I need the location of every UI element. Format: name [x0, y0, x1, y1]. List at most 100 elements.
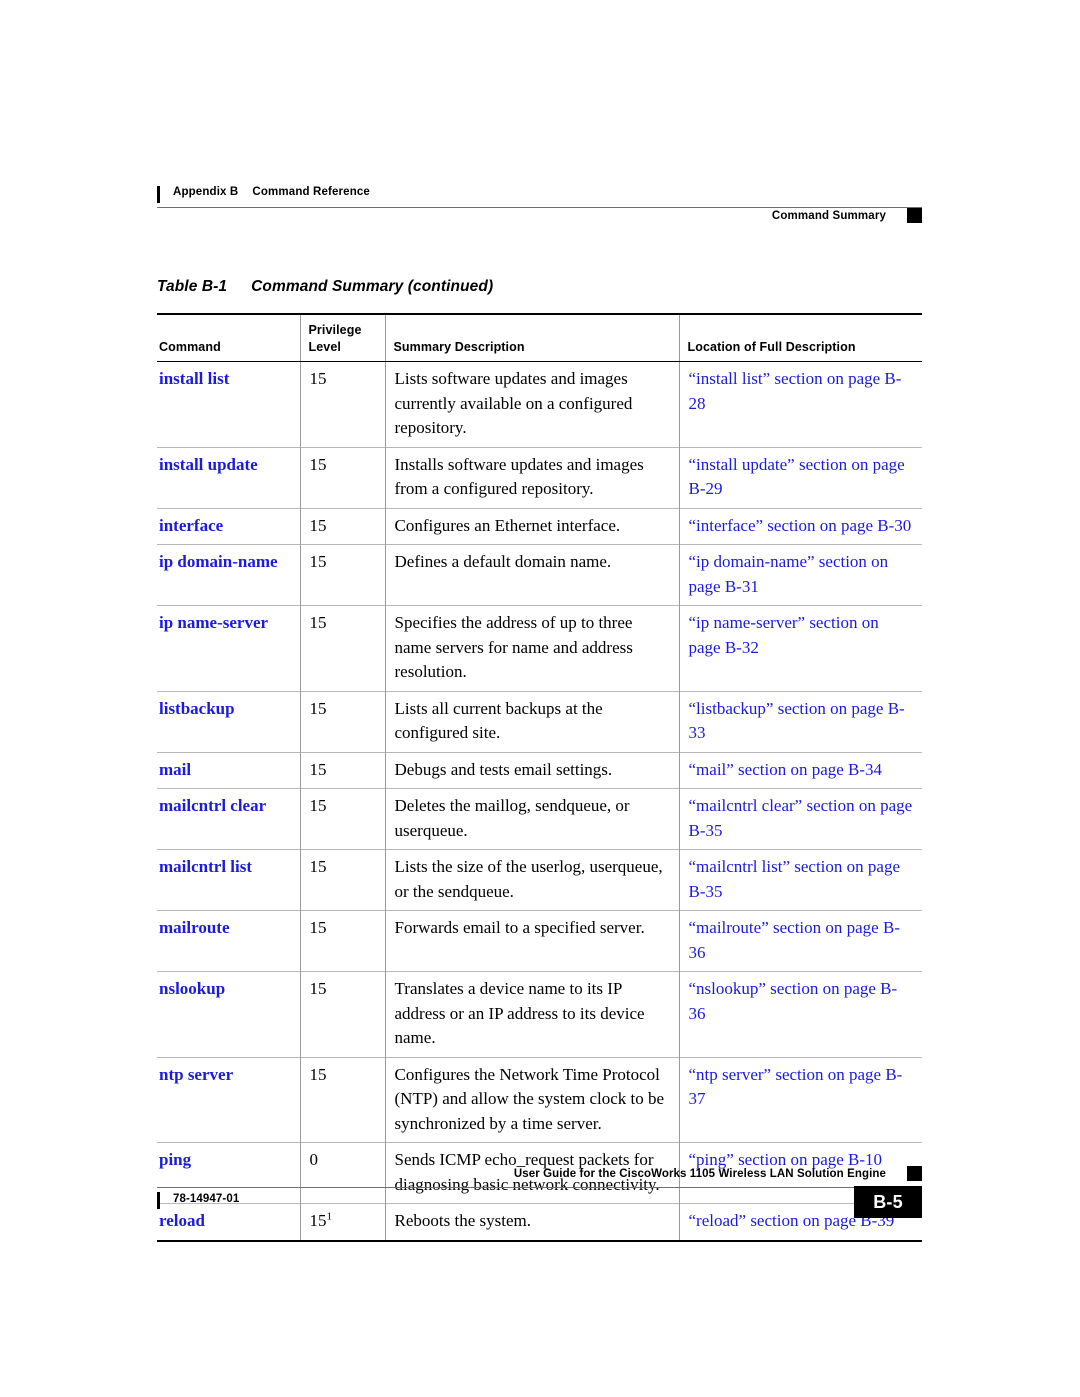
- appendix-title: Command Reference: [252, 186, 370, 198]
- privilege-level-value: 15: [309, 552, 327, 571]
- privilege-level-value: 0: [309, 1150, 319, 1169]
- command-link[interactable]: mail: [159, 760, 191, 779]
- command-link[interactable]: ntp server: [159, 1065, 233, 1084]
- table-row: install update 15 Installs software update…: [157, 446, 922, 508]
- appendix-label: Appendix B: [173, 186, 239, 198]
- footer-page-number: B-5: [854, 1186, 922, 1218]
- running-head-square-marker: [907, 208, 922, 223]
- cell-privilege-level: 15: [299, 1056, 385, 1143]
- table-row: listbackup 15 Lists all current backups at…: [157, 690, 922, 752]
- cell-summary-description: Forwards email to a specified server.: [384, 910, 679, 972]
- cell-command: ip domain-name: [157, 544, 300, 606]
- cell-location: “interface” section on page B-30: [678, 507, 922, 545]
- cell-command: mailroute: [157, 910, 300, 972]
- location-link[interactable]: “mailcntrl list” section on page B-35: [689, 857, 901, 901]
- cell-location: “ip domain-name” section on page B-31: [678, 544, 922, 606]
- command-link[interactable]: install update: [159, 455, 258, 474]
- running-head-left: Appendix B Command Reference: [173, 186, 370, 198]
- cell-summary-description: Installs software updates and images fro…: [384, 446, 679, 508]
- location-link[interactable]: “install update” section on page B-29: [689, 455, 905, 499]
- privilege-level-value: 15: [309, 918, 327, 937]
- table-row: mailcntrl clear 15 Deletes the maillog, se…: [157, 788, 922, 850]
- command-link[interactable]: ip name-server: [159, 613, 268, 632]
- cell-privilege-level: 15: [299, 971, 385, 1057]
- cell-location: “mailcntrl clear” section on page B-35: [678, 788, 922, 850]
- cell-privilege-level: 15: [299, 544, 385, 606]
- command-link[interactable]: nslookup: [159, 979, 225, 998]
- privilege-level-value: 15: [309, 1064, 327, 1084]
- table-header-row: Command Privilege Level Summary Descripti…: [157, 313, 922, 362]
- cell-command: interface: [157, 507, 300, 545]
- command-summary-table: Command Privilege Level Summary Descripti…: [157, 313, 922, 1242]
- cell-summary-description: Translates a device name to its IP addre…: [384, 971, 679, 1057]
- cell-command: ntp server: [157, 1056, 300, 1143]
- location-link[interactable]: “install list” section on page B-28: [689, 369, 902, 413]
- page-footer: User Guide for the CiscoWorks 1105 Wirel…: [157, 1166, 922, 1228]
- table-row: ntp server 15 Configures the Network Time …: [157, 1056, 922, 1143]
- column-header-privilege-level: Privilege Level: [299, 313, 385, 362]
- table-row: nslookup 15 Translates a device name to it…: [157, 971, 922, 1057]
- location-link[interactable]: “nslookup” section on page B-36: [689, 979, 898, 1023]
- location-link[interactable]: “interface” section on page B-30: [689, 516, 912, 535]
- running-head-rule: [157, 207, 922, 208]
- cell-privilege-level: 15: [299, 605, 385, 691]
- cell-privilege-level: 15: [299, 507, 385, 545]
- cell-location: “mail” section on page B-34: [678, 751, 922, 789]
- cell-summary-description: Defines a default domain name.: [384, 544, 679, 606]
- command-link[interactable]: interface: [159, 516, 223, 535]
- command-link[interactable]: install list: [159, 369, 229, 388]
- running-head-tick-mark: [157, 186, 160, 203]
- table-row: interface 15 Configures an Ethernet interf…: [157, 507, 922, 545]
- command-link[interactable]: mailcntrl list: [159, 857, 252, 876]
- table-row: install list 15 Lists software updates and…: [157, 361, 922, 448]
- location-link[interactable]: “listbackup” section on page B-33: [689, 699, 905, 743]
- table-title: Command Summary (continued): [251, 278, 494, 295]
- privilege-level-value: 15: [309, 454, 327, 474]
- cell-command: listbackup: [157, 690, 300, 752]
- location-link[interactable]: “ntp server” section on page B-37: [689, 1065, 903, 1109]
- location-link[interactable]: “mailroute” section on page B-36: [689, 918, 900, 962]
- cell-location: “ntp server” section on page B-37: [678, 1056, 922, 1143]
- table-row: ip name-server 15 Specifies the address of…: [157, 605, 922, 691]
- footer-tick-mark: [157, 1192, 160, 1209]
- table-caption: Table B-1 Command Summary (continued): [157, 278, 493, 296]
- cell-command: install update: [157, 446, 300, 508]
- location-link[interactable]: “ip name-server” section on page B-32: [689, 613, 879, 657]
- location-link[interactable]: “ip domain-name” section on page B-31: [689, 552, 889, 596]
- cell-summary-description: Lists all current backups at the configu…: [384, 690, 679, 752]
- privilege-level-value: 15: [309, 698, 327, 718]
- running-head: Appendix B Command Reference Command Summ…: [157, 186, 922, 232]
- cell-summary-description: Debugs and tests email settings.: [384, 751, 679, 789]
- table-row: ip domain-name 15 Defines a default domain…: [157, 544, 922, 606]
- command-link[interactable]: mailroute: [159, 918, 230, 937]
- cell-location: “install list” section on page B-28: [678, 361, 922, 447]
- privilege-level-value: 15: [309, 369, 327, 388]
- cell-command: ip name-server: [157, 605, 300, 691]
- cell-location: “ip name-server” section on page B-32: [678, 605, 922, 691]
- table-header: Command Privilege Level Summary Descripti…: [157, 313, 922, 362]
- column-header-location: Location of Full Description: [678, 313, 922, 362]
- privilege-level-value: 15: [309, 759, 327, 779]
- table-row: mailcntrl list 15 Lists the size of the us…: [157, 849, 922, 911]
- command-link[interactable]: listbackup: [159, 699, 235, 718]
- cell-summary-description: Configures the Network Time Protocol (NT…: [384, 1056, 679, 1143]
- cell-command: nslookup: [157, 971, 300, 1057]
- cell-command: install list: [157, 362, 300, 448]
- cell-privilege-level: 15: [299, 361, 385, 447]
- command-link[interactable]: mailcntrl clear: [159, 796, 266, 815]
- cell-summary-description: Deletes the maillog, sendqueue, or userq…: [384, 788, 679, 850]
- table-body: install list 15 Lists software updates and…: [157, 361, 922, 1242]
- cell-command: mailcntrl clear: [157, 788, 300, 850]
- privilege-level-value: 15: [309, 857, 327, 876]
- location-link[interactable]: “ping” section on page B-10: [689, 1150, 883, 1169]
- location-link[interactable]: “mailcntrl clear” section on page B-35: [689, 796, 913, 840]
- cell-summary-description: Lists the size of the userlog, userqueue…: [384, 849, 679, 911]
- cell-summary-description: Specifies the address of up to three nam…: [384, 605, 679, 691]
- command-link[interactable]: ping: [159, 1150, 191, 1169]
- location-link[interactable]: “mail” section on page B-34: [689, 760, 883, 779]
- command-link[interactable]: ip domain-name: [159, 552, 278, 571]
- privilege-level-value: 15: [309, 796, 327, 815]
- table-number: Table B-1: [157, 278, 228, 295]
- cell-privilege-level: 15: [299, 849, 385, 911]
- footer-rule: [157, 1187, 910, 1188]
